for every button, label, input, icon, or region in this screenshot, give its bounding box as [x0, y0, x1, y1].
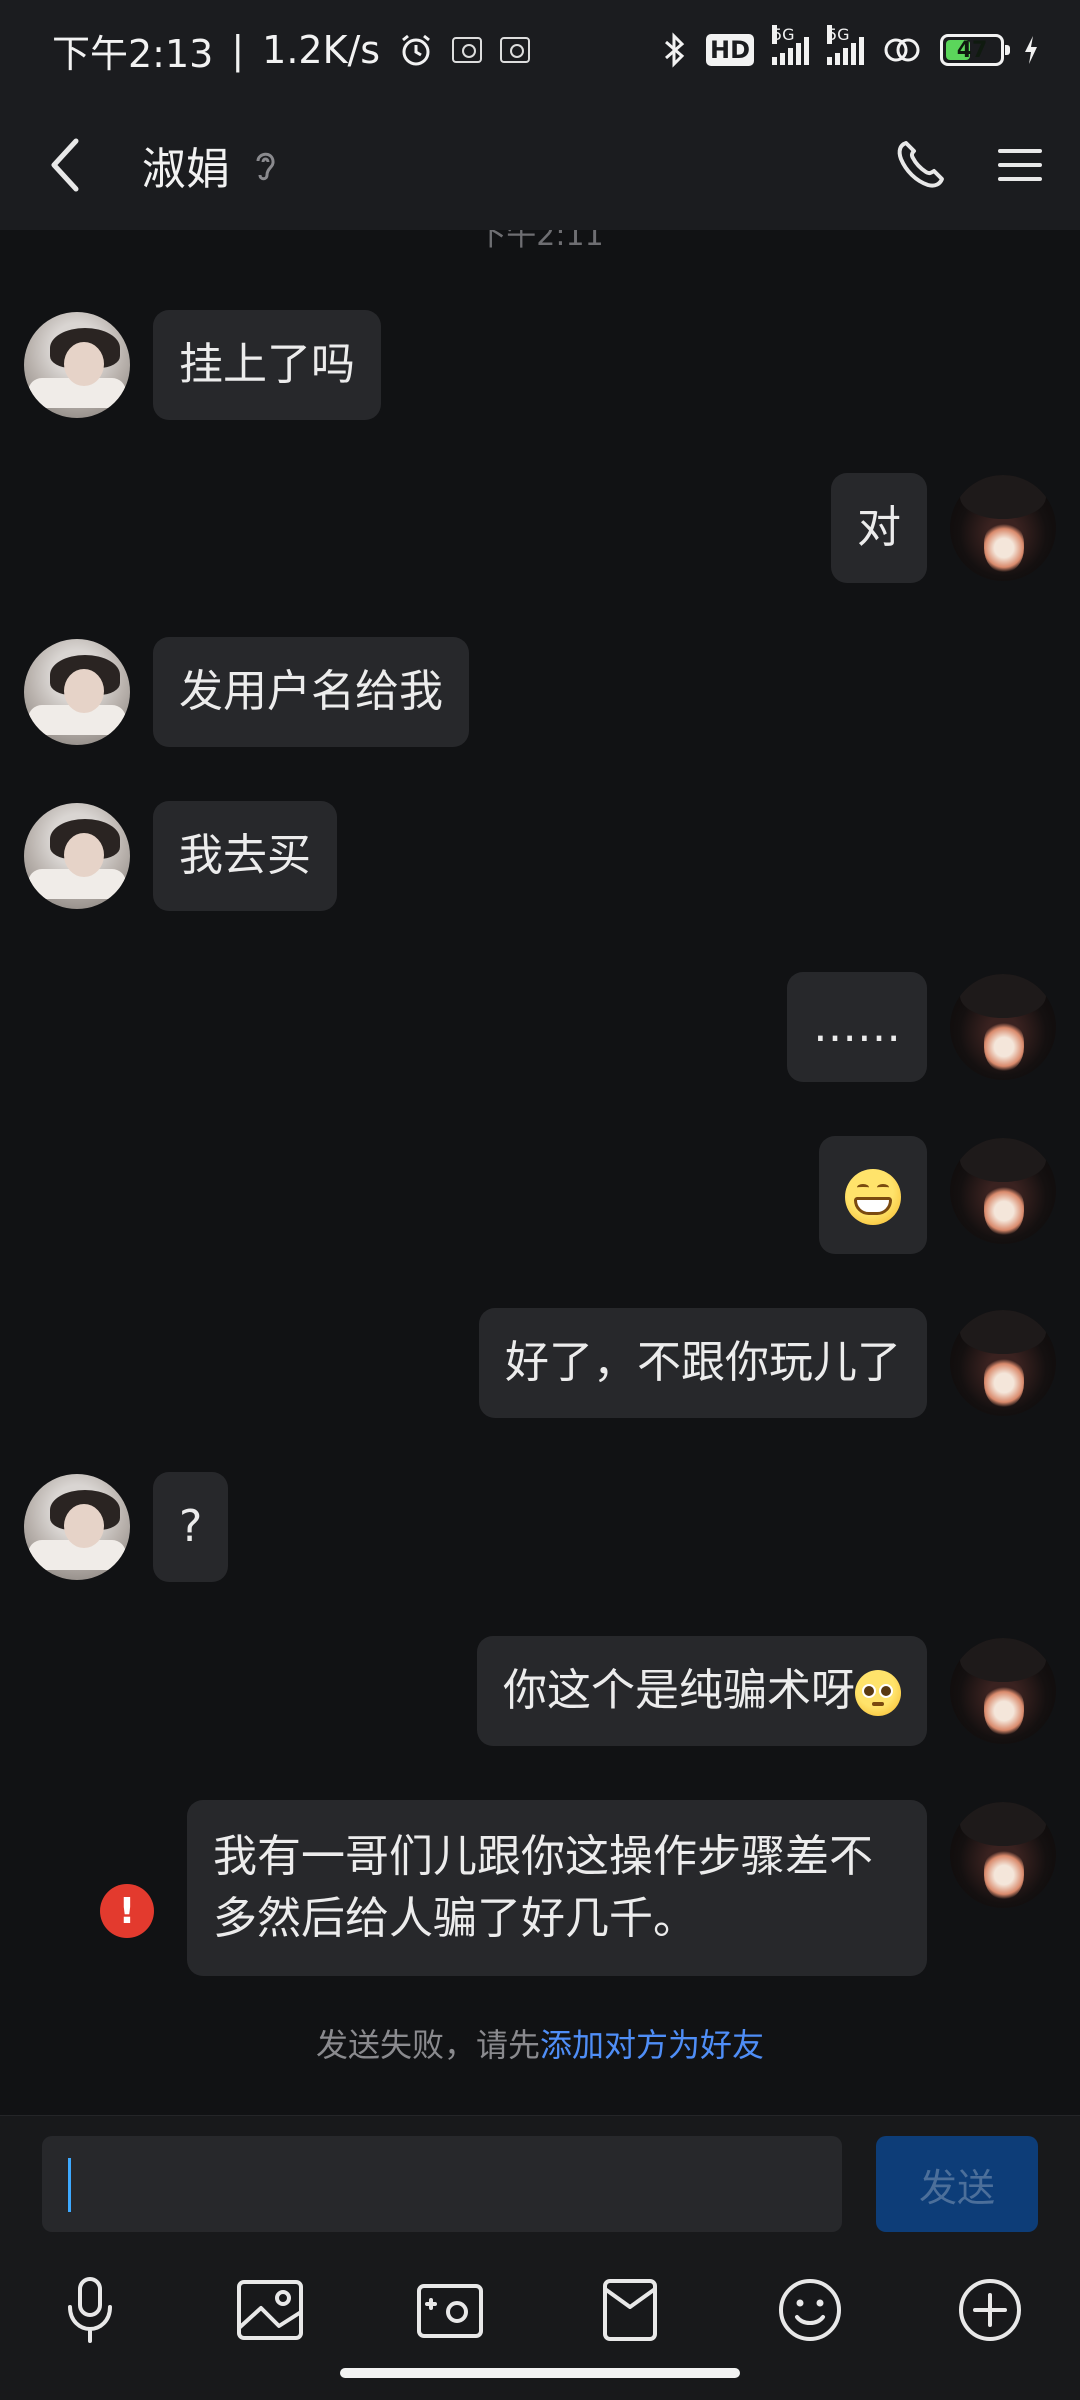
signal-icon-1: 5G: [772, 25, 809, 65]
message-input[interactable]: [42, 2136, 842, 2232]
network-speed: 1.2K/s: [262, 28, 381, 72]
message-text-line: 多然后给人骗了好几千。: [213, 1893, 697, 1944]
camera-button[interactable]: [410, 2270, 490, 2350]
message-row: 我有一哥们儿跟你这操作步骤差不 多然后给人骗了好几千。: [0, 1800, 1080, 1976]
fail-notice-text: 发送失败，请先: [315, 2026, 540, 2064]
message-row: [0, 1136, 1080, 1254]
emoji-icon: [779, 2279, 841, 2341]
image-button[interactable]: [230, 2270, 310, 2350]
send-failed-icon[interactable]: !: [100, 1884, 154, 1938]
grinning-face-icon: [845, 1169, 901, 1225]
message-bubble[interactable]: 对: [831, 473, 927, 583]
my-avatar[interactable]: [950, 974, 1056, 1080]
input-bar: 发送: [0, 2115, 1080, 2240]
emoji-button[interactable]: [770, 2270, 850, 2350]
message-row: 挂上了吗: [0, 310, 1080, 420]
signal-2-label: 5G: [827, 25, 850, 44]
alarm-icon: [402, 34, 431, 66]
message-row: 你这个是纯骗术呀: [0, 1636, 1080, 1746]
my-avatar[interactable]: [950, 1802, 1056, 1908]
message-bubble[interactable]: 我去买: [153, 801, 337, 911]
battery-level: 47: [956, 37, 988, 63]
status-divider: |: [231, 28, 245, 72]
message-row: ……: [0, 972, 1080, 1082]
chat-area[interactable]: 下午2:11 挂上了吗 对 发用户名给我 我去买 …… 好了，不跟你玩儿了 ? …: [0, 230, 1080, 2115]
header-actions: [892, 137, 1044, 193]
hd-voice-badge: HD: [705, 34, 754, 66]
add-friend-link[interactable]: 添加对方为好友: [540, 2026, 764, 2064]
my-avatar[interactable]: [950, 1310, 1056, 1416]
message-bubble[interactable]: ……: [787, 972, 927, 1082]
contact-avatar[interactable]: [24, 639, 130, 745]
charging-icon: [1025, 36, 1037, 64]
status-time: 下午2:13: [52, 31, 214, 76]
red-packet-icon: [603, 2279, 657, 2341]
message-bubble[interactable]: 好了，不跟你玩儿了: [479, 1308, 927, 1418]
home-indicator[interactable]: [340, 2368, 740, 2378]
message-timestamp: 下午2:11: [476, 230, 604, 253]
status-bar: 下午2:13 | 1.2K/s HD 5G 5G 47: [0, 0, 1080, 100]
message-bubble[interactable]: ?: [153, 1472, 229, 1582]
message-row: 发用户名给我: [0, 637, 1080, 747]
camera-icon: [417, 2284, 483, 2338]
link-icon: [884, 38, 920, 62]
status-bar-left: 下午2:13 | 1.2K/s: [52, 23, 531, 78]
message-row: 我去买: [0, 801, 1080, 911]
message-bubble[interactable]: 发用户名给我: [153, 637, 469, 747]
signal-1-label: 5G: [772, 25, 795, 44]
app-notification-icon-2: [500, 37, 531, 63]
back-icon: [51, 138, 79, 192]
contact-avatar[interactable]: [24, 1474, 130, 1580]
my-avatar[interactable]: [950, 475, 1056, 581]
pleading-face-icon: [855, 1670, 901, 1716]
my-avatar[interactable]: [950, 1138, 1056, 1244]
back-button[interactable]: [36, 135, 96, 195]
message-bubble[interactable]: 我有一哥们儿跟你这操作步骤差不 多然后给人骗了好几千。: [187, 1800, 927, 1976]
app-notification-icon: [452, 37, 483, 63]
battery-icon: 47: [940, 34, 1010, 66]
message-text: 你这个是纯骗术呀: [503, 1665, 855, 1716]
message-row: 对: [0, 473, 1080, 583]
menu-icon[interactable]: [996, 141, 1044, 189]
text-cursor: [68, 2158, 71, 2212]
contact-avatar[interactable]: [24, 312, 130, 418]
message-bubble[interactable]: [819, 1136, 927, 1254]
status-bar-right: HD 5G 5G 47: [660, 25, 1040, 68]
contact-name[interactable]: 淑娟: [142, 133, 230, 197]
bluetooth-icon: [664, 32, 685, 68]
send-failed-notice: 发送失败，请先添加对方为好友: [0, 2020, 1080, 2066]
ear-icon[interactable]: [250, 147, 280, 183]
message-row: ?: [0, 1472, 1080, 1582]
microphone-icon: [68, 2277, 112, 2343]
message-bubble[interactable]: 你这个是纯骗术呀: [477, 1636, 927, 1746]
plus-icon: [959, 2279, 1021, 2341]
message-row: 好了，不跟你玩儿了: [0, 1308, 1080, 1418]
message-text-line: 我有一哥们儿跟你这操作步骤差不: [213, 1831, 873, 1882]
signal-icon-2: 5G: [827, 25, 864, 65]
send-button[interactable]: 发送: [876, 2136, 1038, 2232]
message-bubble[interactable]: 挂上了吗: [153, 310, 381, 420]
contact-avatar[interactable]: [24, 803, 130, 909]
phone-icon[interactable]: [892, 137, 948, 193]
my-avatar[interactable]: [950, 1638, 1056, 1744]
image-icon: [237, 2280, 303, 2340]
more-button[interactable]: [950, 2270, 1030, 2350]
screen: 下午2:13 | 1.2K/s HD 5G 5G 47 淑娟 下午2:11 挂上…: [0, 0, 1080, 2400]
voice-button[interactable]: [50, 2270, 130, 2350]
red-packet-button[interactable]: [590, 2270, 670, 2350]
chat-header: 淑娟: [0, 100, 1080, 230]
